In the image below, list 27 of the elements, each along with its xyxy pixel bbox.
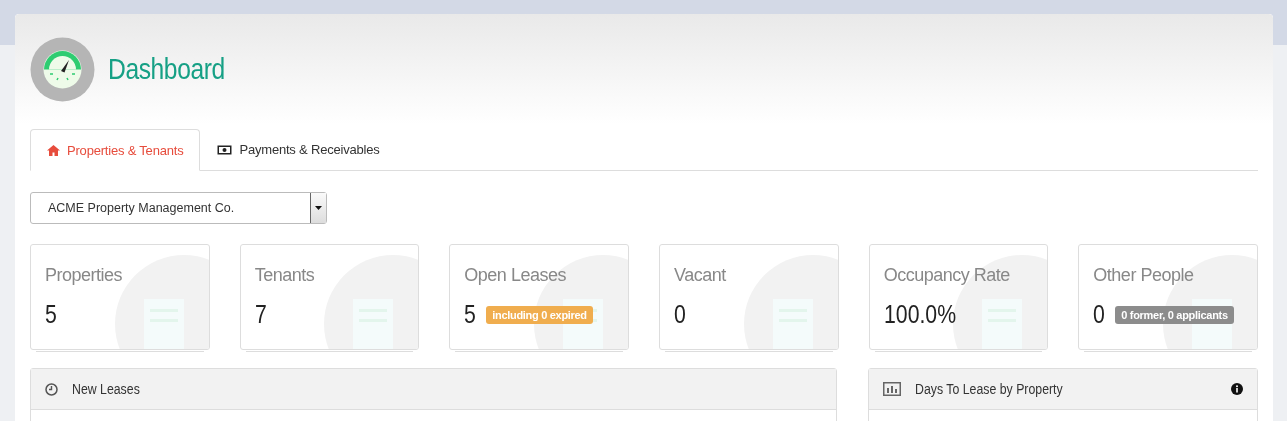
page-title: Dashboard	[108, 52, 225, 86]
stat-label: Tenants	[254, 265, 316, 286]
stat-label: Vacant	[674, 265, 727, 286]
stat-value: 5	[464, 300, 477, 329]
clock-icon	[45, 382, 58, 396]
bar-chart-icon	[883, 382, 902, 396]
badge: 0 former, 0 applicants	[1115, 305, 1234, 324]
stat-value: 100.0%	[883, 300, 956, 329]
tab[interactable]: Payments & Receivables	[200, 129, 397, 170]
stat-value: 0	[674, 300, 686, 329]
stat-label: Open Leases	[464, 265, 567, 286]
stat-value: 5	[45, 300, 57, 329]
home-icon	[47, 144, 60, 156]
panel-title: Days To Lease by Property	[915, 381, 1064, 397]
tab[interactable]: Properties & Tenants	[30, 129, 201, 171]
speedometer-icon	[30, 36, 95, 102]
stat-value: 7	[254, 300, 267, 329]
stat-label: Properties	[45, 265, 124, 286]
stat-label: Occupancy Rate	[883, 265, 1011, 286]
stat-label: Other People	[1093, 265, 1195, 286]
company-dropdown[interactable]: ACME Property Management Co.	[30, 192, 327, 224]
info-icon[interactable]	[1231, 383, 1243, 395]
badge: including 0 expired	[486, 305, 593, 324]
banknote-icon	[217, 144, 233, 155]
stat-value: 0	[1093, 300, 1106, 329]
caret-icon	[315, 206, 322, 210]
panel-title: New Leases	[72, 381, 141, 397]
